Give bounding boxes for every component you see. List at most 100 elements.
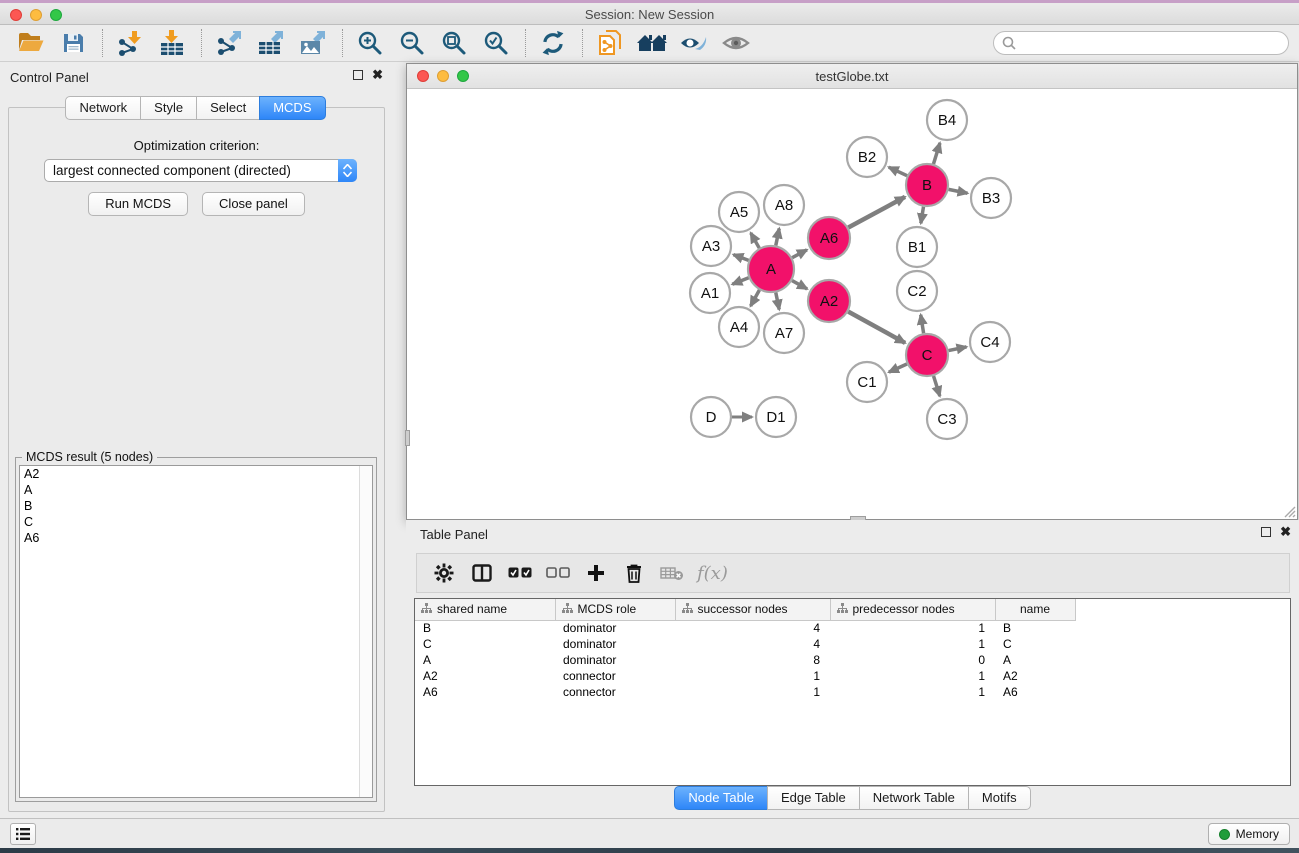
table-cell[interactable]: dominator (555, 652, 675, 668)
node-A6[interactable]: A6 (808, 217, 850, 259)
mcds-result-item[interactable]: B (20, 498, 372, 514)
birds-eye-view-icon[interactable] (719, 28, 753, 58)
edge-B-B2[interactable] (889, 167, 907, 176)
edge-A6-B[interactable] (848, 197, 905, 228)
node-C3[interactable]: C3 (927, 399, 967, 439)
node-A4[interactable]: A4 (719, 307, 759, 347)
tab-motifs[interactable]: Motifs (968, 786, 1031, 810)
edge-A-A1[interactable] (732, 278, 748, 284)
unselect-all-icon[interactable] (543, 559, 573, 587)
close-panel-button[interactable]: Close panel (202, 192, 305, 216)
zoom-in-icon[interactable] (353, 28, 387, 58)
edge-A-A2[interactable] (792, 281, 807, 289)
memory-button[interactable]: Memory (1208, 823, 1290, 845)
network-canvas[interactable]: B4B2BB3A5A8A6B1A3AC2A1A2A4A7C4CC1C3DD1 (407, 89, 1297, 519)
table-cell[interactable]: 1 (830, 684, 995, 700)
zoom-out-icon[interactable] (395, 28, 429, 58)
export-table-icon[interactable] (254, 28, 288, 58)
edge-C-C3[interactable] (934, 376, 940, 396)
table-cell[interactable]: dominator (555, 636, 675, 652)
tab-select[interactable]: Select (196, 96, 260, 120)
show-graphics-details-icon[interactable] (677, 28, 711, 58)
edge-A-A3[interactable] (733, 255, 748, 261)
float-panel-icon[interactable] (353, 70, 363, 80)
delete-row-icon[interactable] (619, 559, 649, 587)
edge-A-A5[interactable] (751, 233, 760, 248)
float-table-panel-icon[interactable] (1261, 527, 1271, 537)
export-network-icon[interactable] (212, 28, 246, 58)
table-row[interactable]: A6connector11A6 (415, 684, 1075, 700)
table-cell[interactable]: 1 (830, 620, 995, 636)
column-header-predecessor-nodes[interactable]: predecessor nodes (830, 599, 995, 620)
tab-style[interactable]: Style (140, 96, 197, 120)
edge-B-B4[interactable] (933, 143, 939, 164)
table-cell[interactable]: 1 (830, 636, 995, 652)
table-cell[interactable]: A6 (415, 684, 555, 700)
edge-A-A7[interactable] (776, 293, 779, 310)
export-image-icon[interactable] (296, 28, 330, 58)
node-D[interactable]: D (691, 397, 731, 437)
edge-C-C4[interactable] (949, 347, 967, 351)
node-A1[interactable]: A1 (690, 273, 730, 313)
node-C[interactable]: C (906, 334, 948, 376)
node-B2[interactable]: B2 (847, 137, 887, 177)
add-row-icon[interactable] (581, 559, 611, 587)
edge-A2-C[interactable] (848, 312, 905, 343)
edge-A-A6[interactable] (792, 250, 807, 258)
table-cell[interactable]: B (995, 620, 1075, 636)
table-cell[interactable]: A2 (415, 668, 555, 684)
tab-mcds[interactable]: MCDS (259, 96, 325, 120)
tab-node-table[interactable]: Node Table (674, 786, 768, 810)
function-builder-icon[interactable]: f(x) (697, 563, 728, 584)
edge-C-C1[interactable] (889, 364, 907, 372)
column-header-successor-nodes[interactable]: successor nodes (675, 599, 830, 620)
delete-table-icon[interactable] (657, 559, 687, 587)
mcds-result-item[interactable]: A (20, 482, 372, 498)
table-cell[interactable]: A6 (995, 684, 1075, 700)
zoom-fit-icon[interactable] (437, 28, 471, 58)
node-A[interactable]: A (748, 246, 794, 292)
table-row[interactable]: A2connector11A2 (415, 668, 1075, 684)
table-row[interactable]: Cdominator41C (415, 636, 1075, 652)
table-cell[interactable]: 8 (675, 652, 830, 668)
mcds-result-item[interactable]: C (20, 514, 372, 530)
node-B1[interactable]: B1 (897, 227, 937, 267)
edge-A-A4[interactable] (751, 290, 760, 306)
open-session-icon[interactable] (14, 28, 48, 58)
edge-B-B3[interactable] (949, 189, 968, 193)
mcds-result-item[interactable]: A2 (20, 466, 372, 482)
edge-C-C2[interactable] (921, 315, 924, 334)
search-input[interactable] (1016, 33, 1288, 53)
node-C4[interactable]: C4 (970, 322, 1010, 362)
table-cell[interactable]: C (415, 636, 555, 652)
table-cell[interactable]: connector (555, 684, 675, 700)
search-box[interactable] (993, 31, 1289, 55)
column-header-shared-name[interactable]: shared name (415, 599, 555, 620)
node-B4[interactable]: B4 (927, 100, 967, 140)
node-A2[interactable]: A2 (808, 280, 850, 322)
node-C2[interactable]: C2 (897, 271, 937, 311)
edge-A-A8[interactable] (776, 229, 779, 246)
table-row[interactable]: Bdominator41B (415, 620, 1075, 636)
table-cell[interactable]: A2 (995, 668, 1075, 684)
node-B3[interactable]: B3 (971, 178, 1011, 218)
table-cell[interactable]: A (415, 652, 555, 668)
column-header-name[interactable]: name (995, 599, 1075, 620)
show-columns-icon[interactable] (467, 559, 497, 587)
table-cell[interactable]: 4 (675, 636, 830, 652)
node-C1[interactable]: C1 (847, 362, 887, 402)
task-history-button[interactable] (10, 823, 36, 845)
table-cell[interactable]: 0 (830, 652, 995, 668)
table-cell[interactable]: 1 (675, 684, 830, 700)
node-D1[interactable]: D1 (756, 397, 796, 437)
node-A5[interactable]: A5 (719, 192, 759, 232)
edge-B-B1[interactable] (921, 207, 924, 224)
table-row[interactable]: Adominator80A (415, 652, 1075, 668)
criterion-select[interactable]: largest connected component (directed) (44, 159, 357, 182)
table-cell[interactable]: dominator (555, 620, 675, 636)
table-cell[interactable]: 1 (830, 668, 995, 684)
import-network-icon[interactable] (113, 28, 147, 58)
tab-network[interactable]: Network (65, 96, 141, 120)
table-settings-icon[interactable] (429, 559, 459, 587)
select-all-icon[interactable] (505, 559, 535, 587)
